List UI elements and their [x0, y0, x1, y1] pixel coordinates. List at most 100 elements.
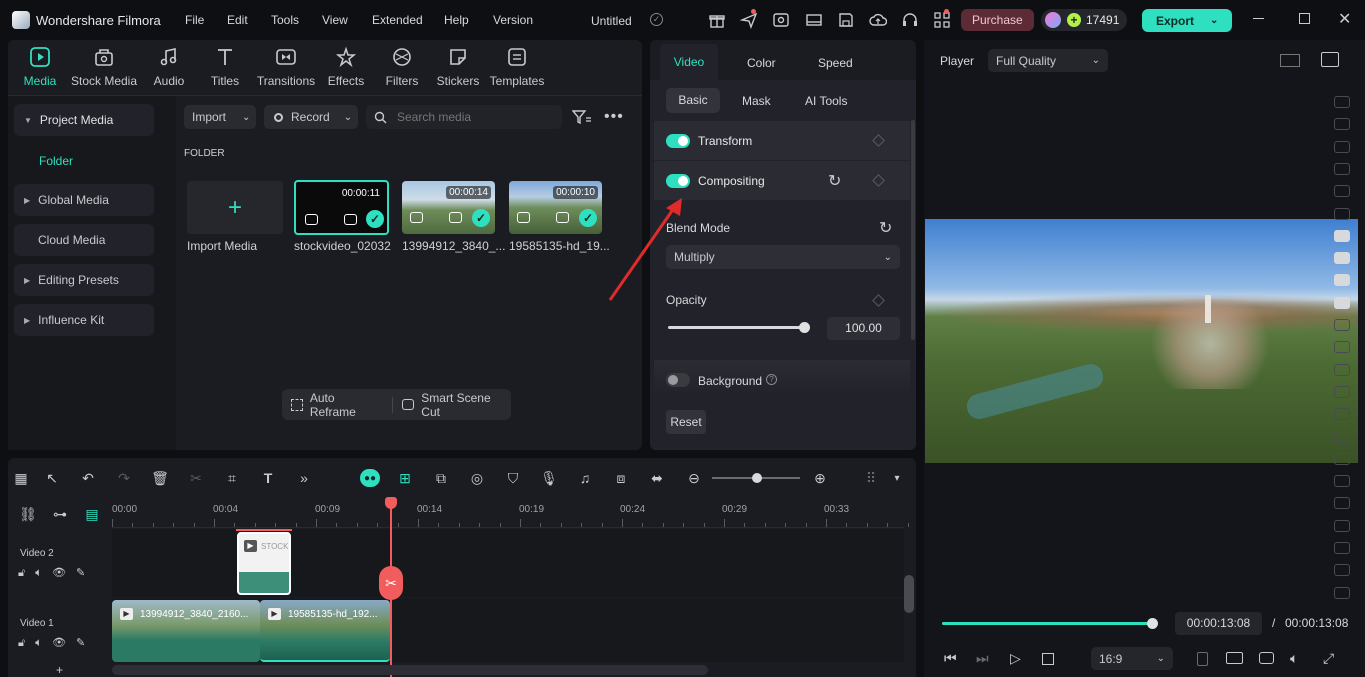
minimize-icon[interactable] — [1253, 18, 1264, 19]
tab-speed[interactable]: Speed — [818, 56, 853, 70]
send-icon[interactable] — [740, 11, 758, 29]
import-dropdown[interactable]: Import ⌄ — [184, 105, 256, 129]
media-thumbnail[interactable]: 00:00:10 ✓ — [509, 181, 602, 234]
toolbar-media[interactable]: Media — [20, 46, 60, 88]
sidebar-item-folder[interactable]: Folder — [39, 154, 73, 168]
track-manager-icon[interactable]: ▤ — [83, 505, 101, 523]
blend-mode-select[interactable]: Multiply ⌄ — [666, 245, 900, 269]
toolbar-stock-media[interactable]: Stock Media — [70, 46, 138, 88]
timeline-horizontal-scrollbar[interactable] — [112, 665, 708, 675]
fit-timeline-icon[interactable]: ⬌ — [648, 469, 666, 487]
subtab-mask[interactable]: Mask — [742, 94, 771, 108]
menu-extended[interactable]: Extended — [372, 13, 423, 27]
volume-icon[interactable]: 🔈︎ — [1290, 650, 1298, 667]
purchase-button[interactable]: Purchase — [961, 9, 1034, 31]
reset-rotate-icon[interactable]: ↻ — [879, 218, 892, 238]
display-icon[interactable] — [1226, 652, 1243, 664]
toolbar-audio[interactable]: Audio — [150, 46, 188, 88]
previous-frame-icon[interactable]: ⏮ — [944, 650, 957, 667]
timeline-grid-icon[interactable]: ⠿ — [862, 469, 880, 487]
scissors-icon[interactable]: ✂ — [187, 469, 205, 487]
audio-list-icon[interactable]: ♫ — [576, 469, 594, 487]
record-dropdown[interactable]: Record ⌄ — [264, 105, 358, 129]
menu-edit[interactable]: Edit — [227, 13, 248, 27]
eye-icon[interactable]: 👁︎ — [52, 637, 76, 649]
credits-badge[interactable]: + 17491 — [1041, 9, 1128, 31]
snapshot-image-icon[interactable] — [1321, 52, 1339, 67]
menu-version[interactable]: Version — [493, 13, 533, 27]
close-icon[interactable]: ✕ — [1338, 9, 1351, 29]
link-icon[interactable]: ⊶ — [51, 505, 69, 523]
menu-help[interactable]: Help — [444, 13, 469, 27]
delete-icon[interactable]: 🗑︎ — [151, 469, 169, 487]
export-button[interactable]: Export ⌄ — [1142, 9, 1233, 32]
headset-icon[interactable] — [901, 11, 919, 29]
split-scissors-icon[interactable]: ✂ — [379, 566, 403, 600]
ai-mate-icon[interactable]: ●● — [360, 469, 380, 487]
import-media-tile[interactable]: + — [187, 181, 283, 234]
lock-icon[interactable]: 🔓︎ — [18, 637, 35, 649]
opacity-slider[interactable] — [668, 322, 810, 333]
smart-scene-cut-button[interactable]: Smart Scene Cut — [393, 391, 511, 419]
apps-grid-icon[interactable] — [933, 11, 951, 29]
maximize-icon[interactable] — [1299, 13, 1310, 24]
timeline-clip[interactable]: ▶ STOCK — [237, 532, 291, 595]
subtab-ai-tools[interactable]: AI Tools — [805, 94, 847, 108]
toolbar-transitions[interactable]: Transitions — [256, 46, 316, 88]
toolbar-filters[interactable]: Filters — [383, 46, 421, 88]
video-preview[interactable] — [925, 219, 1358, 463]
transform-toggle[interactable] — [666, 134, 690, 148]
help-icon[interactable]: ? — [766, 374, 777, 385]
tab-video[interactable]: Video — [660, 44, 718, 80]
add-track-icon[interactable]: + — [56, 663, 63, 677]
auto-reframe-button[interactable]: Auto Reframe — [282, 391, 382, 419]
search-box[interactable] — [366, 105, 562, 129]
select-arrow-icon[interactable]: ↖ — [43, 469, 61, 487]
menu-view[interactable]: View — [322, 13, 348, 27]
timeline-clip[interactable]: ▶ 19585135-hd_192... — [260, 600, 390, 662]
toolbar-effects[interactable]: Effects — [326, 46, 366, 88]
reset-rotate-icon[interactable]: ↻ — [828, 171, 841, 191]
redo-icon[interactable]: ↷ — [115, 469, 133, 487]
playback-handle[interactable] — [1147, 618, 1158, 629]
playback-speed-icon[interactable]: ◎ — [468, 469, 486, 487]
playback-progress-bar[interactable] — [942, 622, 1152, 625]
sidebar-item-project-media[interactable]: ▼ Project Media — [14, 104, 154, 136]
crop-icon[interactable]: ⌗ — [223, 469, 241, 487]
next-frame-icon[interactable]: ⏭ — [976, 650, 989, 667]
auto-ripple-icon[interactable]: ⊞ — [396, 469, 414, 487]
sidebar-item-cloud-media[interactable]: Cloud Media — [14, 224, 154, 256]
menu-file[interactable]: File — [185, 13, 204, 27]
tab-color[interactable]: Color — [747, 56, 776, 70]
save-icon[interactable] — [837, 11, 855, 29]
camera-icon[interactable] — [1259, 652, 1274, 664]
mute-icon[interactable]: 🔈︎ — [35, 637, 52, 649]
timeline-menu-chevron-icon[interactable]: ▾ — [888, 469, 906, 487]
add-media-icon[interactable]: ⧉ — [432, 469, 450, 487]
toolbar-stickers[interactable]: Stickers — [436, 46, 480, 88]
stop-icon[interactable] — [1042, 653, 1054, 665]
more-options-icon[interactable]: ••• — [604, 108, 624, 126]
sidebar-item-influence-kit[interactable]: ▶ Influence Kit — [14, 304, 154, 336]
zoom-in-icon[interactable]: ⊕ — [811, 469, 829, 487]
microphone-icon[interactable]: 🎙︎ — [540, 469, 558, 487]
lock-icon[interactable]: 🔓︎ — [18, 567, 35, 579]
background-toggle[interactable] — [666, 373, 690, 387]
text-icon[interactable]: T — [259, 469, 277, 487]
search-input[interactable] — [397, 110, 547, 124]
render-preview-icon[interactable] — [1197, 652, 1208, 666]
media-thumbnail[interactable]: 00:00:11 ✓ — [294, 180, 389, 235]
link-off-icon[interactable]: ⛓︎ — [19, 505, 37, 523]
marker-shield-icon[interactable]: ⛉ — [504, 469, 522, 487]
zoom-out-icon[interactable]: ⊖ — [685, 469, 703, 487]
sidebar-item-global-media[interactable]: ▶ Global Media — [14, 184, 154, 216]
reset-button[interactable]: Reset — [666, 410, 706, 434]
opacity-value-field[interactable]: 100.00 — [827, 317, 900, 340]
undo-icon[interactable]: ↶ — [79, 469, 97, 487]
properties-scrollbar[interactable] — [911, 120, 915, 340]
gift-icon[interactable] — [708, 11, 726, 29]
timeline-clip[interactable]: ▶ 13994912_3840_2160... — [112, 600, 260, 662]
layout-grid-icon[interactable]: ▦ — [12, 469, 30, 487]
toolbar-templates[interactable]: Templates — [489, 46, 545, 88]
media-thumbnail[interactable]: 00:00:14 ✓ — [402, 181, 495, 234]
